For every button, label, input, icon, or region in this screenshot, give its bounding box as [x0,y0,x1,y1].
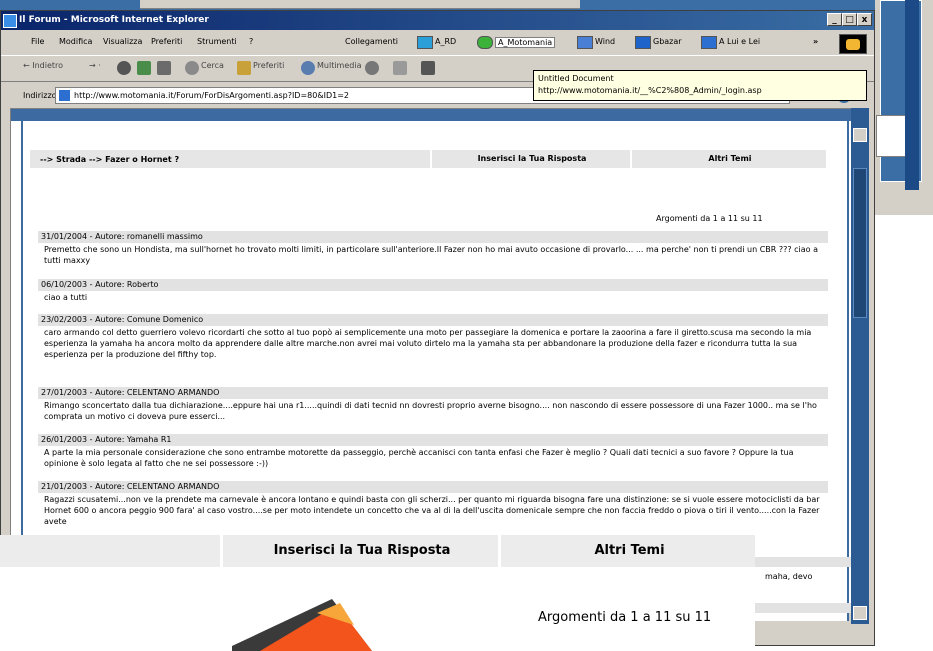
breadcrumb[interactable]: --> Strada --> Fazer o Hornet ? [40,155,179,164]
history-icon[interactable] [365,61,379,75]
forward-button[interactable]: → · [89,61,101,70]
multimedia-icon [301,61,315,75]
post-body: Rimango sconcertato dalla tua dichiarazi… [44,401,817,421]
post-header: 26/01/2003 - Autore: Yamaha R1 [38,434,828,446]
link-icon [635,36,651,49]
post: 31/01/2004 - Autore: romanelli massimo P… [38,231,828,267]
zoomed-overlay: Inserisci la Tua Risposta Altri Temi Arg… [0,535,755,651]
scroll-up-button[interactable] [853,128,867,142]
zoomed-header: Inserisci la Tua Risposta Altri Temi [0,535,755,567]
search-icon [185,61,199,75]
scroll-down-button[interactable] [853,606,867,620]
link-icon [701,36,717,49]
link-tooltip: Untitled Document http://www.motomania.i… [533,70,867,101]
post-body: Premetto che sono un Hondista, ma sull'h… [44,245,819,265]
address-label: Indirizzo [23,91,57,100]
stop-icon[interactable] [117,61,131,75]
menu-visualizza[interactable]: Visualizza [103,37,142,46]
post: 21/01/2003 - Autore: CELENTANO ARMANDO R… [38,481,828,528]
post-body: A parte la mia personale considerazione … [44,448,794,468]
close-button[interactable]: x [857,13,872,26]
multimedia-button[interactable]: Multimedia [317,61,361,70]
link-wind[interactable]: Wind [595,37,615,46]
menu-bar: File Modifica Visualizza Preferiti Strum… [1,33,874,56]
back-button[interactable]: ← Indietro [23,61,63,70]
reply-link[interactable]: Inserisci la Tua Risposta [430,150,632,168]
tooltip-url: http://www.motomania.it/__%C2%808_Admin/… [538,86,762,95]
page-edge: maha, devo [755,535,851,646]
partial-text: maha, devo [765,572,813,581]
zoomed-topic-count: Argomenti da 1 a 11 su 11 [538,610,712,625]
links-label: Collegamenti [345,37,398,46]
tooltip-title: Untitled Document [538,74,614,83]
other-topics-link[interactable]: Altri Temi [630,150,828,168]
window-title: Il Forum - Microsoft Internet Explorer [19,15,209,25]
menu-strumenti[interactable]: Strumenti [197,37,237,46]
post: 27/01/2003 - Autore: CELENTANO ARMANDO R… [38,387,828,423]
zoomed-reply-link[interactable]: Inserisci la Tua Risposta [220,535,501,567]
minimize-button[interactable]: _ [827,13,842,26]
menu-modifica[interactable]: Modifica [59,37,92,46]
ie-icon [3,14,17,28]
link-a-lui-e-lei[interactable]: A Lui e Lei [719,37,760,46]
menu-file[interactable]: File [31,37,44,46]
zoomed-other-topics-link[interactable]: Altri Temi [498,535,758,567]
title-bar[interactable]: Il Forum - Microsoft Internet Explorer _… [1,11,874,30]
post-body: Ragazzi scusatemi...non ve la prendete m… [44,495,820,526]
refresh-icon[interactable] [137,61,151,75]
link-a-rd[interactable]: A_RD [435,37,456,46]
background-window-bar [140,0,580,9]
post-header: 06/10/2003 - Autore: Roberto [38,279,828,291]
post-body: ciao a tutti [44,293,88,302]
maximize-button[interactable]: □ [842,13,857,26]
post-header: 21/01/2003 - Autore: CELENTANO ARMANDO [38,481,828,493]
forum-header: --> Strada --> Fazer o Hornet ? Inserisc… [30,150,826,168]
post: 23/02/2003 - Autore: Comune Domenico car… [38,314,828,361]
search-button[interactable]: Cerca [201,61,224,70]
favorites-icon [237,61,251,75]
back-label: Indietro [32,61,64,70]
link-gbazar[interactable]: Gbazar [653,37,682,46]
page-icon [59,90,70,101]
post-header: 23/02/2003 - Autore: Comune Domenico [38,314,828,326]
page-top-border [11,109,851,121]
link-a-motomania[interactable]: A_Motomania [495,37,556,48]
link-icon [477,36,493,49]
post-body: caro armando col detto guerriero volevo … [44,328,812,359]
background-window-scrollbar[interactable] [905,0,919,190]
chevron-more-icon[interactable]: » [813,37,818,46]
favorites-button[interactable]: Preferiti [253,61,284,70]
scroll-thumb[interactable] [853,168,867,318]
vertical-scrollbar[interactable] [851,108,869,624]
mail-icon[interactable] [393,61,407,75]
cursor-shape-icon [232,599,372,651]
post: 06/10/2003 - Autore: Roberto ciao a tutt… [38,279,828,304]
menu-help[interactable]: ? [249,37,253,46]
link-icon [417,36,433,49]
post-header: 31/01/2004 - Autore: romanelli massimo [38,231,828,243]
post-header: 27/01/2003 - Autore: CELENTANO ARMANDO [38,387,828,399]
menu-preferiti[interactable]: Preferiti [151,37,182,46]
address-url: http://www.motomania.it/Forum/ForDisArgo… [74,91,349,100]
windows-logo [839,34,867,54]
link-icon [577,36,593,49]
home-icon[interactable] [157,61,171,75]
print-icon[interactable] [421,61,435,75]
post: 26/01/2003 - Autore: Yamaha R1 A parte l… [38,434,828,470]
topic-count: Argomenti da 1 a 11 su 11 [656,214,763,223]
